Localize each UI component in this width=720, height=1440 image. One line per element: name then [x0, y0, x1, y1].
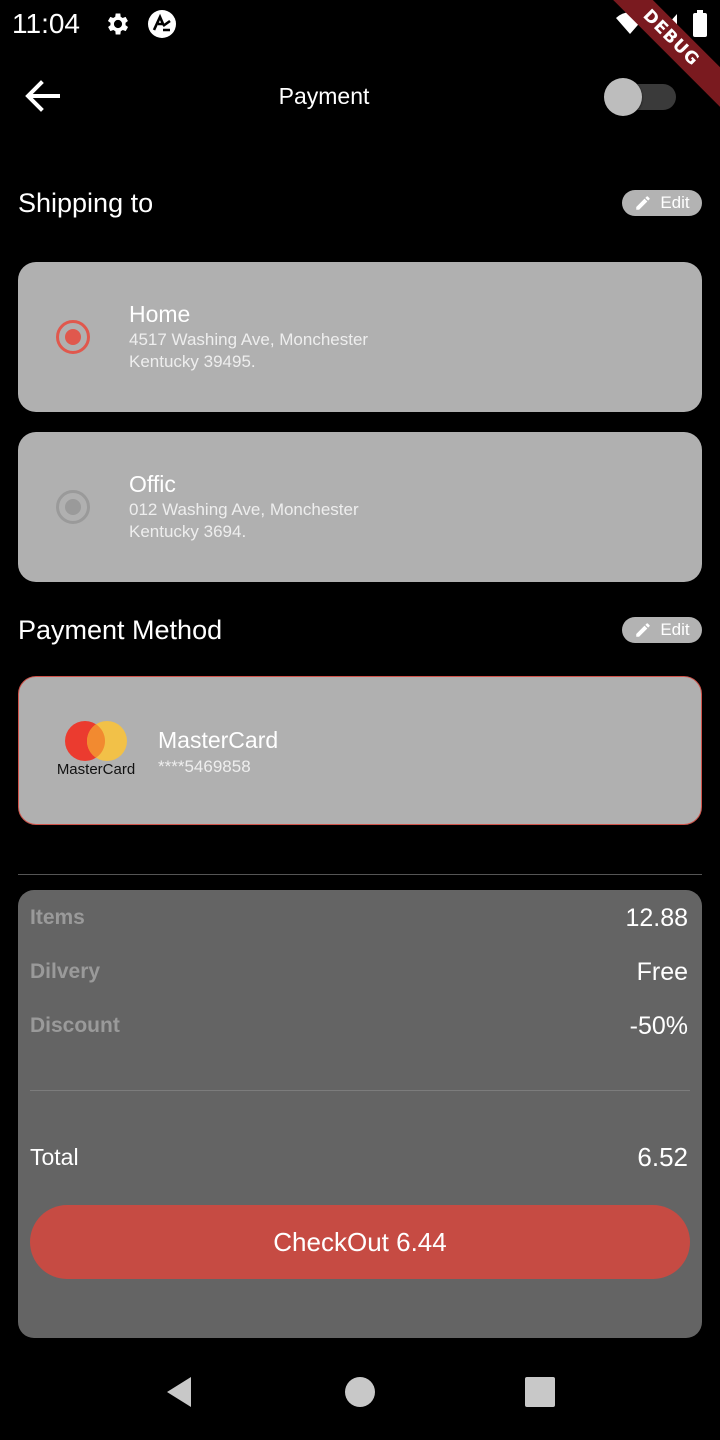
status-time: 11:04: [12, 8, 80, 39]
nav-recents-button[interactable]: [520, 1372, 560, 1412]
section-divider: [18, 874, 702, 875]
address-card-office[interactable]: Offic 012 Washing Ave, Monchester Kentuc…: [18, 432, 702, 582]
payment-title: Payment Method: [18, 615, 223, 645]
address-line1: 4517 Washing Ave, Monchester: [129, 330, 369, 349]
items-value: 12.88: [625, 904, 688, 932]
discount-label: Discount: [30, 1014, 120, 1037]
items-label: Items: [30, 906, 85, 929]
app-notification-icon: [146, 8, 178, 40]
toggle-thumb: [604, 78, 642, 116]
total-label: Total: [30, 1144, 79, 1170]
address-line1: 012 Washing Ave, Monchester: [129, 500, 359, 519]
radio-selected[interactable]: [56, 320, 90, 354]
nav-home-button[interactable]: [340, 1372, 380, 1412]
delivery-label: Dilvery: [30, 960, 101, 983]
radio-unselected[interactable]: [56, 490, 90, 524]
checkout-button[interactable]: CheckOut 6.44: [30, 1205, 690, 1279]
summary-divider: [30, 1090, 690, 1091]
nav-back-button[interactable]: [158, 1372, 198, 1412]
address-line2: Kentucky 3694.: [129, 522, 247, 541]
delivery-value: Free: [636, 958, 688, 986]
theme-toggle[interactable]: [604, 78, 676, 116]
back-triangle-icon: [167, 1377, 191, 1407]
payment-edit-button[interactable]: Edit: [622, 617, 702, 643]
edit-label: Edit: [660, 620, 690, 639]
total-value: 6.52: [637, 1142, 688, 1172]
address-line2: Kentucky 39495.: [129, 352, 256, 371]
pencil-icon: [636, 196, 651, 210]
card-number: ****5469858: [158, 757, 251, 776]
gear-icon: [102, 8, 134, 40]
page-title: Payment: [278, 83, 370, 109]
order-summary: Items 12.88 Dilvery Free Discount -50% T…: [18, 890, 702, 1338]
card-name: MasterCard: [158, 727, 279, 753]
checkout-label: CheckOut 6.44: [273, 1226, 447, 1257]
shipping-edit-button[interactable]: Edit: [622, 190, 702, 216]
pencil-icon: [636, 623, 651, 637]
address-name: Offic: [129, 471, 176, 497]
address-card-home[interactable]: Home 4517 Washing Ave, Monchester Kentuc…: [18, 262, 702, 412]
discount-value: -50%: [629, 1012, 688, 1040]
recents-square-icon: [525, 1377, 555, 1407]
payment-card[interactable]: MasterCard MasterCard ****5469858: [18, 676, 702, 825]
edit-label: Edit: [660, 193, 690, 212]
shipping-title: Shipping to: [18, 188, 154, 218]
mastercard-logo-icon: [65, 721, 127, 761]
home-circle-icon: [345, 1377, 375, 1407]
address-name: Home: [129, 301, 191, 327]
card-brand-caption: MasterCard: [56, 761, 136, 778]
